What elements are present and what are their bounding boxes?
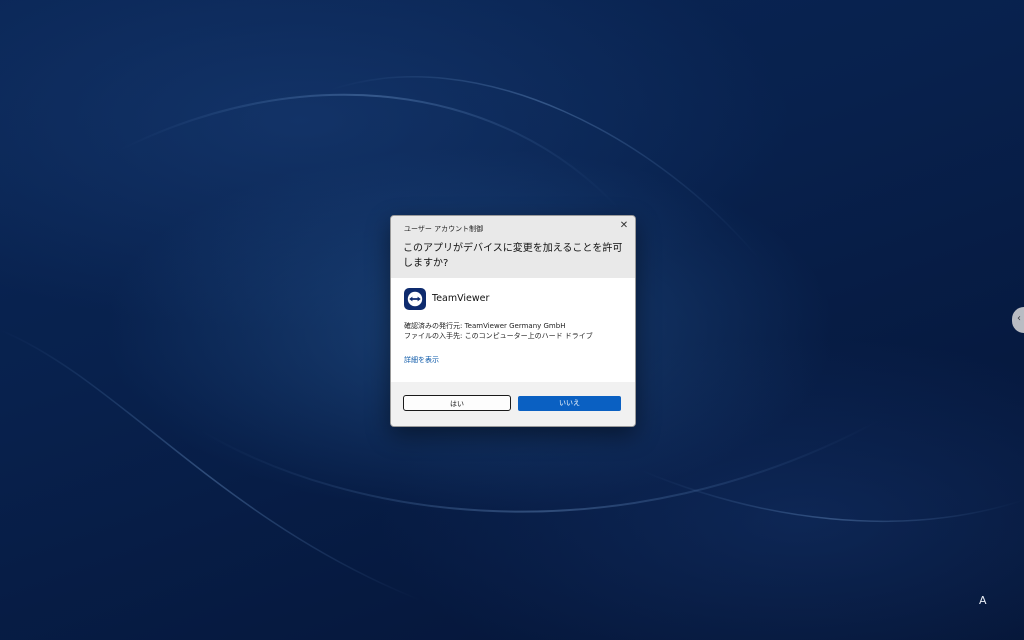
close-icon[interactable]: ✕ [617,219,631,233]
teamviewer-logo-icon [404,288,426,310]
secure-desktop: ユーザー アカウント制御 ✕ このアプリがデバイスに変更を加えることを許可します… [0,0,1024,640]
uac-dialog: ユーザー アカウント制御 ✕ このアプリがデバイスに変更を加えることを許可します… [390,215,636,427]
chevron-left-icon: ‹ [1017,313,1021,324]
dialog-question: このアプリがデバイスに変更を加えることを許可しますか? [403,243,623,269]
ime-indicator[interactable]: A [979,594,987,607]
dialog-caption: ユーザー アカウント制御 [404,225,484,233]
no-button[interactable]: いいえ [518,396,621,411]
dialog-footer: はい いいえ [391,382,635,426]
origin-line: ファイルの入手先: このコンピューター上のハード ドライブ [404,332,593,340]
show-details-link[interactable]: 詳細を表示 [404,355,439,365]
app-name: TeamViewer [432,293,490,304]
dialog-body: TeamViewer 確認済みの発行元: TeamViewer Germany … [391,278,635,382]
dialog-header: ユーザー アカウント制御 ✕ このアプリがデバイスに変更を加えることを許可します… [391,216,635,278]
publisher-line: 確認済みの発行元: TeamViewer Germany GmbH [404,322,566,330]
yes-button[interactable]: はい [403,395,511,411]
